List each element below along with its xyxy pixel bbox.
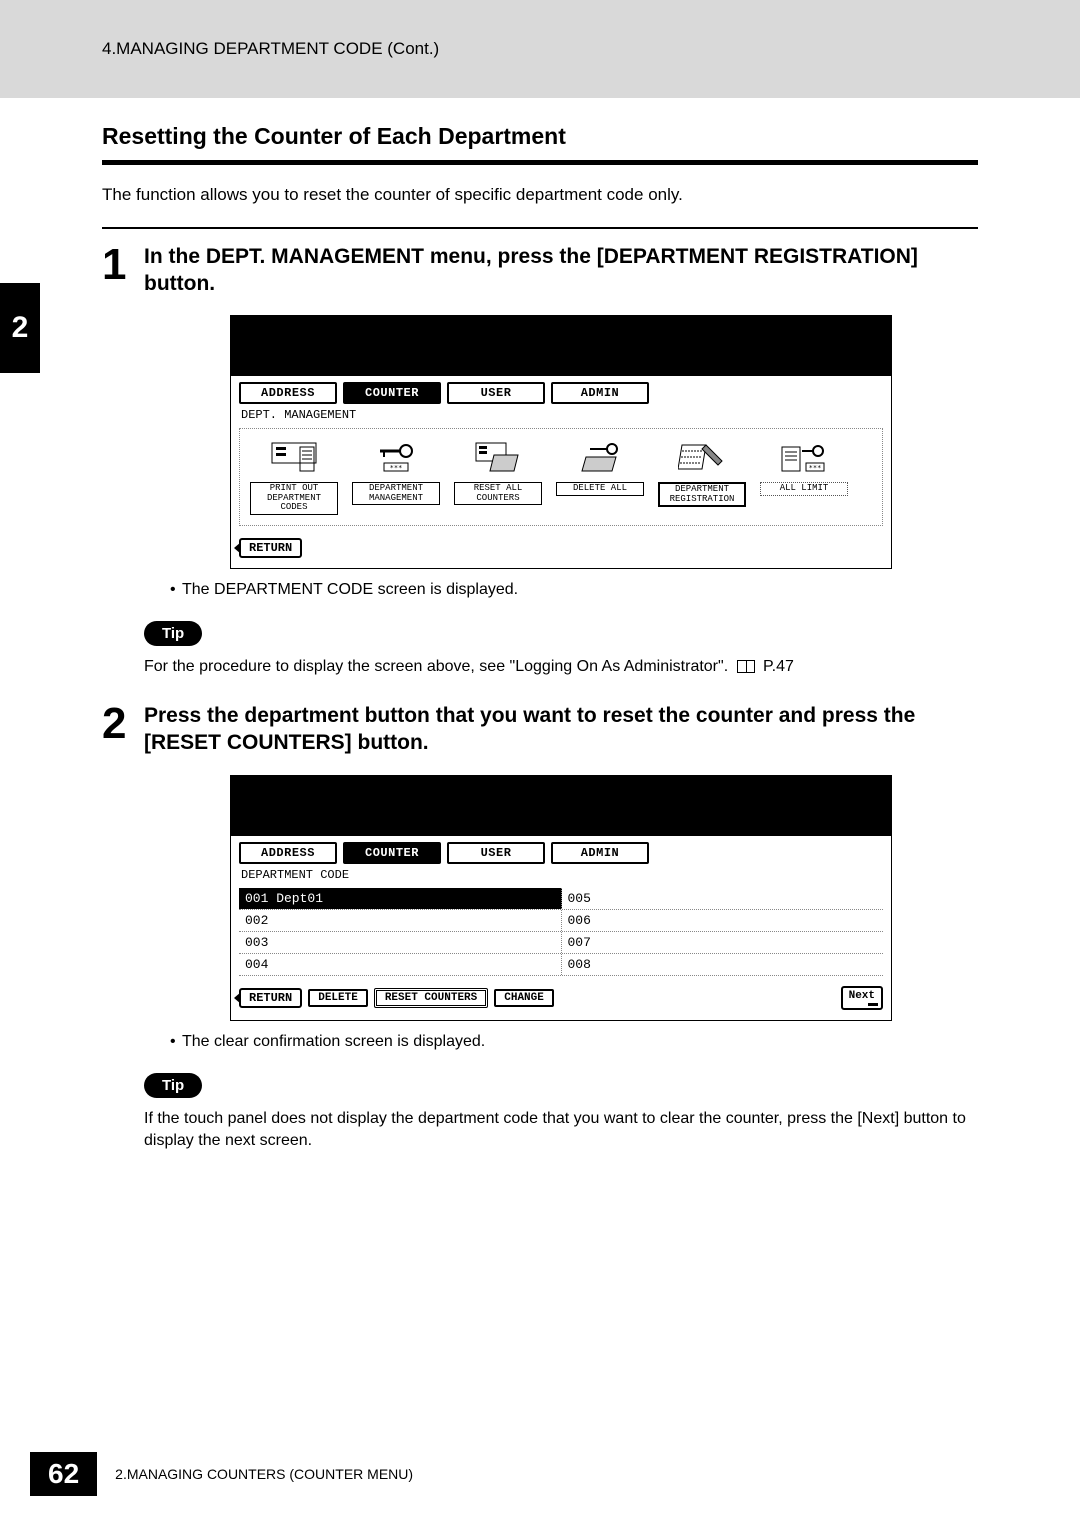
action-row: RETURN DELETE RESET COUNTERS CHANGE Next [239, 986, 883, 1010]
tab-row: ADDRESS COUNTER USER ADMIN [239, 382, 883, 404]
screenshot-blackbar [231, 776, 891, 836]
chapter-tab: 2 [0, 283, 40, 373]
divider [102, 160, 978, 165]
reset-counters-button[interactable]: RESET COUNTERS [374, 988, 488, 1008]
content-area: Resetting the Counter of Each Department… [0, 98, 1080, 1152]
svg-text:***: *** [390, 464, 403, 472]
print-out-button[interactable]: PRINT OUT DEPARTMENT CODES [250, 439, 338, 514]
list-item[interactable]: 004 008 [239, 954, 883, 976]
tab-admin[interactable]: ADMIN [551, 842, 649, 864]
section-title: Resetting the Counter of Each Department [102, 123, 978, 150]
page: 4.MANAGING DEPARTMENT CODE (Cont.) 2 Res… [0, 0, 1080, 1526]
cell: 007 [562, 932, 884, 953]
footer-chapter: 2.MANAGING COUNTERS (COUNTER MENU) [115, 1466, 413, 1482]
tab-address[interactable]: ADDRESS [239, 382, 337, 404]
limit-icon: *** [774, 439, 834, 479]
eraser-icon [468, 439, 528, 479]
screenshot-dept-management: ADDRESS COUNTER USER ADMIN DEPT. MANAGEM… [230, 315, 892, 568]
page-ref: P.47 [763, 658, 794, 675]
result-bullet: • The DEPARTMENT CODE screen is displaye… [170, 581, 978, 599]
tip-text: If the touch panel does not display the … [144, 1108, 978, 1153]
tab-user[interactable]: USER [447, 842, 545, 864]
cell: 008 [562, 954, 884, 975]
tab-admin[interactable]: ADMIN [551, 382, 649, 404]
tab-counter[interactable]: COUNTER [343, 382, 441, 404]
tab-user[interactable]: USER [447, 382, 545, 404]
next-button[interactable]: Next [841, 986, 883, 1010]
screenshot-dept-code: ADDRESS COUNTER USER ADMIN DEPARTMENT CO… [230, 775, 892, 1021]
result-bullet: • The clear confirmation screen is displ… [170, 1033, 978, 1051]
button-label: RESET ALL COUNTERS [454, 482, 542, 505]
dept-management-button[interactable]: *** DEPARTMENT MANAGEMENT [352, 439, 440, 514]
tab-address[interactable]: ADDRESS [239, 842, 337, 864]
cell: 002 [239, 910, 562, 931]
breadcrumb: 4.MANAGING DEPARTMENT CODE (Cont.) [102, 39, 439, 59]
cell: 003 [239, 932, 562, 953]
button-label: DEPARTMENT MANAGEMENT [352, 482, 440, 505]
return-button[interactable]: RETURN [239, 988, 302, 1008]
step-body: Press the department button that you wan… [144, 702, 978, 1152]
delete-all-button[interactable]: DELETE ALL [556, 439, 644, 514]
delete-button[interactable]: DELETE [308, 989, 368, 1007]
change-button[interactable]: CHANGE [494, 989, 554, 1007]
bullet-icon: • [170, 1033, 174, 1051]
button-label: DELETE ALL [556, 482, 644, 495]
bullet-text: The clear confirmation screen is display… [182, 1033, 485, 1051]
svg-text:***: *** [809, 464, 822, 472]
header-band: 4.MANAGING DEPARTMENT CODE (Cont.) [0, 0, 1080, 98]
list-item[interactable]: 001 Dept01 005 [239, 888, 883, 910]
list-item[interactable]: 002 006 [239, 910, 883, 932]
step-heading: Press the department button that you wan… [144, 702, 978, 757]
button-label: DEPARTMENT REGISTRATION [658, 482, 746, 507]
dept-code-list: 001 Dept01 005 002 006 003 007 [239, 888, 883, 976]
step-number: 1 [102, 243, 132, 678]
book-icon [737, 660, 755, 673]
step-number: 2 [102, 702, 132, 1152]
step-heading: In the DEPT. MANAGEMENT menu, press the … [144, 243, 978, 298]
panel-subtitle: DEPARTMENT CODE [241, 868, 883, 882]
step-1: 1 In the DEPT. MANAGEMENT menu, press th… [102, 243, 978, 678]
eraser-key-icon [570, 439, 630, 479]
button-label: PRINT OUT DEPARTMENT CODES [250, 482, 338, 514]
key-icon: *** [366, 439, 426, 479]
panel-subtitle: DEPT. MANAGEMENT [241, 408, 883, 422]
divider [102, 227, 978, 229]
step-body: In the DEPT. MANAGEMENT menu, press the … [144, 243, 978, 678]
step-2: 2 Press the department button that you w… [102, 702, 978, 1152]
screenshot-panel: ADDRESS COUNTER USER ADMIN DEPARTMENT CO… [231, 836, 891, 1020]
tip-text-a: For the procedure to display the screen … [144, 658, 728, 675]
icon-button-row: PRINT OUT DEPARTMENT CODES *** DEPARTMEN… [239, 428, 883, 525]
button-label: ALL LIMIT [760, 482, 848, 495]
all-limit-button[interactable]: *** ALL LIMIT [760, 439, 848, 514]
printer-icon [264, 439, 324, 479]
bullet-text: The DEPARTMENT CODE screen is displayed. [182, 581, 518, 599]
bullet-icon: • [170, 581, 174, 599]
screenshot-panel: ADDRESS COUNTER USER ADMIN DEPT. MANAGEM… [231, 376, 891, 567]
tab-counter[interactable]: COUNTER [343, 842, 441, 864]
page-number: 62 [30, 1452, 97, 1496]
cell: 005 [562, 888, 884, 909]
page-footer: 62 2.MANAGING COUNTERS (COUNTER MENU) [0, 1452, 1080, 1496]
cell: 006 [562, 910, 884, 931]
list-item[interactable]: 003 007 [239, 932, 883, 954]
tip-badge: Tip [144, 621, 202, 646]
tip-badge: Tip [144, 1073, 202, 1098]
cell: 001 Dept01 [239, 888, 562, 909]
tip-text: For the procedure to display the screen … [144, 656, 978, 678]
dept-registration-button[interactable]: DEPARTMENT REGISTRATION [658, 439, 746, 514]
screenshot-blackbar [231, 316, 891, 376]
register-icon [672, 439, 732, 479]
cell: 004 [239, 954, 562, 975]
tab-row: ADDRESS COUNTER USER ADMIN [239, 842, 883, 864]
reset-all-counters-button[interactable]: RESET ALL COUNTERS [454, 439, 542, 514]
intro-text: The function allows you to reset the cou… [102, 183, 978, 207]
return-button[interactable]: RETURN [239, 538, 302, 558]
